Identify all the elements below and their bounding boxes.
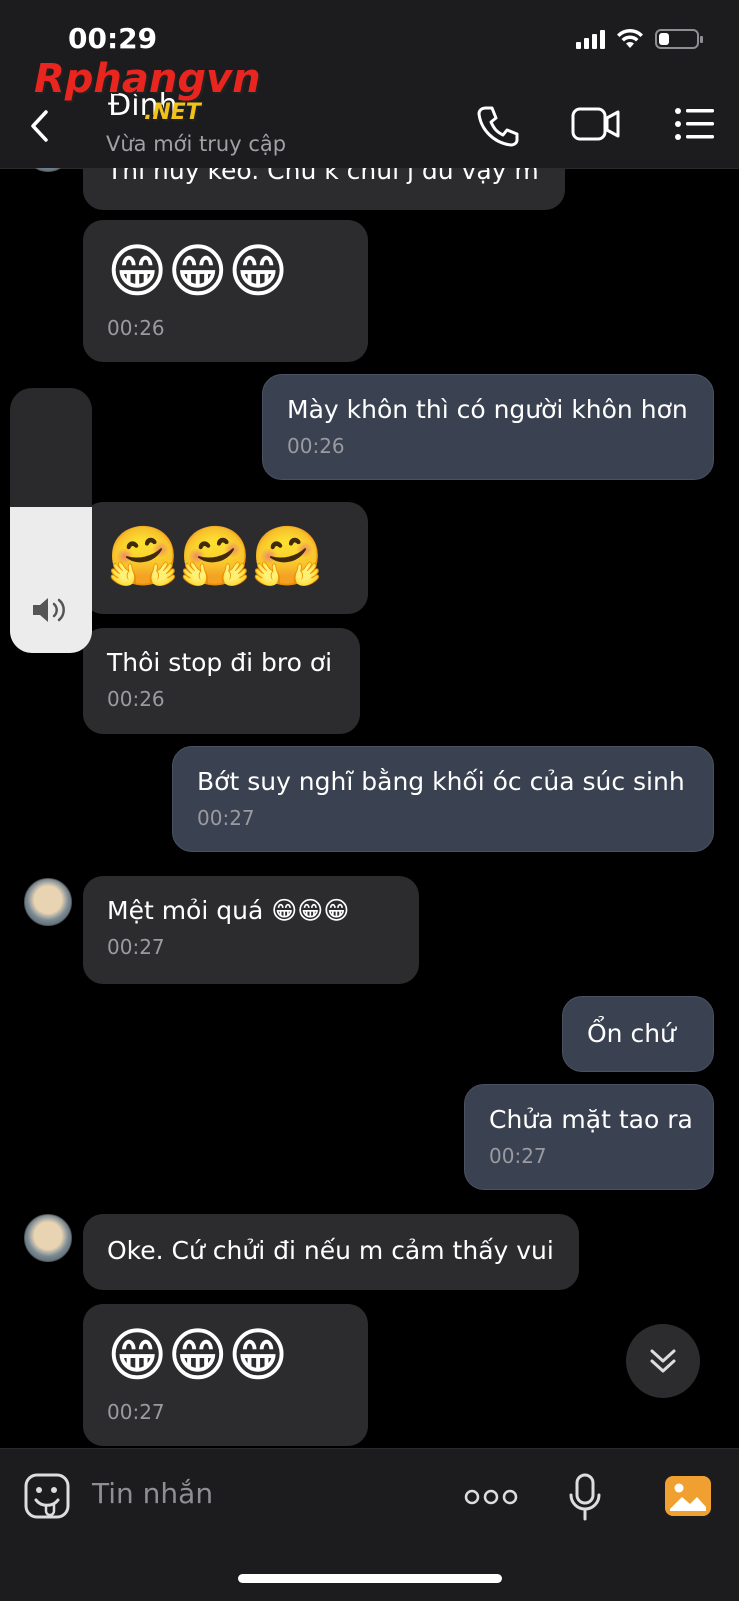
status-time: 00:29 bbox=[68, 22, 158, 55]
message-bubble[interactable]: Chửa mặt tao ra 00:27 bbox=[464, 1084, 714, 1190]
message-bubble[interactable]: 🤗🤗🤗 bbox=[83, 502, 368, 614]
contact-avatar[interactable] bbox=[24, 878, 72, 926]
message-bubble[interactable]: Bớt suy nghĩ bằng khối óc của súc sinh 0… bbox=[172, 746, 714, 852]
emoji-message: 🤗🤗🤗 bbox=[107, 522, 324, 590]
emoji-message: 😁😁😁 bbox=[107, 237, 289, 305]
emoji-message: 😁😁😁 bbox=[107, 1321, 289, 1389]
battery-icon bbox=[655, 29, 703, 49]
wifi-icon bbox=[617, 28, 643, 48]
volume-level bbox=[10, 507, 92, 653]
contact-status: Vừa mới truy cập bbox=[106, 132, 287, 156]
message-bubble[interactable]: Thôi stop đi bro ơi 00:26 bbox=[83, 628, 360, 734]
back-arrow-icon[interactable] bbox=[28, 108, 52, 144]
sticker-icon[interactable] bbox=[24, 1473, 70, 1519]
scroll-to-bottom-button[interactable] bbox=[626, 1324, 700, 1398]
message-time: 00:26 bbox=[287, 434, 345, 458]
message-text: Thì huỷ kèo. Chứ k chửi j dù vậy m bbox=[107, 168, 539, 185]
message-time: 00:27 bbox=[197, 806, 255, 830]
message-text: Bớt suy nghĩ bằng khối óc của súc sinh bbox=[197, 767, 685, 796]
message-bubble[interactable]: 😁😁😁 00:26 bbox=[83, 220, 368, 362]
message-text: Mệt mỏi quá 😁😁😁 bbox=[107, 896, 350, 925]
message-bubble[interactable]: Mày khôn thì có người khôn hơn 00:26 bbox=[262, 374, 714, 480]
message-bubble[interactable]: Oke. Cứ chửi đi nếu m cảm thấy vui bbox=[83, 1214, 579, 1290]
message-text: Ổn chứ bbox=[587, 1019, 676, 1048]
volume-slider[interactable] bbox=[10, 388, 92, 653]
contact-avatar[interactable] bbox=[24, 1214, 72, 1262]
home-indicator bbox=[238, 1574, 502, 1583]
signal-icon bbox=[576, 29, 605, 49]
menu-list-icon[interactable] bbox=[674, 106, 716, 142]
more-options-icon[interactable] bbox=[464, 1487, 518, 1507]
microphone-icon[interactable] bbox=[568, 1473, 602, 1523]
contact-avatar[interactable] bbox=[24, 168, 72, 172]
message-time: 00:27 bbox=[107, 935, 165, 959]
message-time: 00:27 bbox=[107, 1400, 165, 1424]
double-chevron-down-icon bbox=[650, 1349, 676, 1373]
message-bubble[interactable]: Thì huỷ kèo. Chứ k chửi j dù vậy m bbox=[83, 168, 565, 210]
phone-call-icon[interactable] bbox=[476, 104, 520, 148]
message-bubble[interactable]: Ổn chứ bbox=[562, 996, 714, 1072]
video-call-icon[interactable] bbox=[570, 104, 622, 144]
speaker-icon bbox=[33, 598, 65, 622]
message-text: Thôi stop đi bro ơi bbox=[107, 648, 333, 677]
message-input[interactable]: Tin nhắn bbox=[92, 1477, 213, 1510]
message-text: Oke. Cứ chửi đi nếu m cảm thấy vui bbox=[107, 1236, 554, 1265]
status-icons bbox=[576, 28, 703, 50]
message-text: Mày khôn thì có người khôn hơn bbox=[287, 395, 688, 424]
message-list[interactable]: Thì huỷ kèo. Chứ k chửi j dù vậy m 😁😁😁 0… bbox=[0, 168, 739, 1448]
message-bubble[interactable]: Mệt mỏi quá 😁😁😁 00:27 bbox=[83, 876, 419, 984]
photo-gallery-icon[interactable] bbox=[664, 1473, 712, 1519]
message-time: 00:27 bbox=[489, 1144, 547, 1168]
message-bubble[interactable]: 😁😁😁 00:27 bbox=[83, 1304, 368, 1446]
message-time: 00:26 bbox=[107, 316, 165, 340]
message-time: 00:26 bbox=[107, 687, 165, 711]
watermark-logo: Rphangvn .NET bbox=[34, 56, 261, 125]
message-text: Chửa mặt tao ra bbox=[489, 1105, 693, 1134]
